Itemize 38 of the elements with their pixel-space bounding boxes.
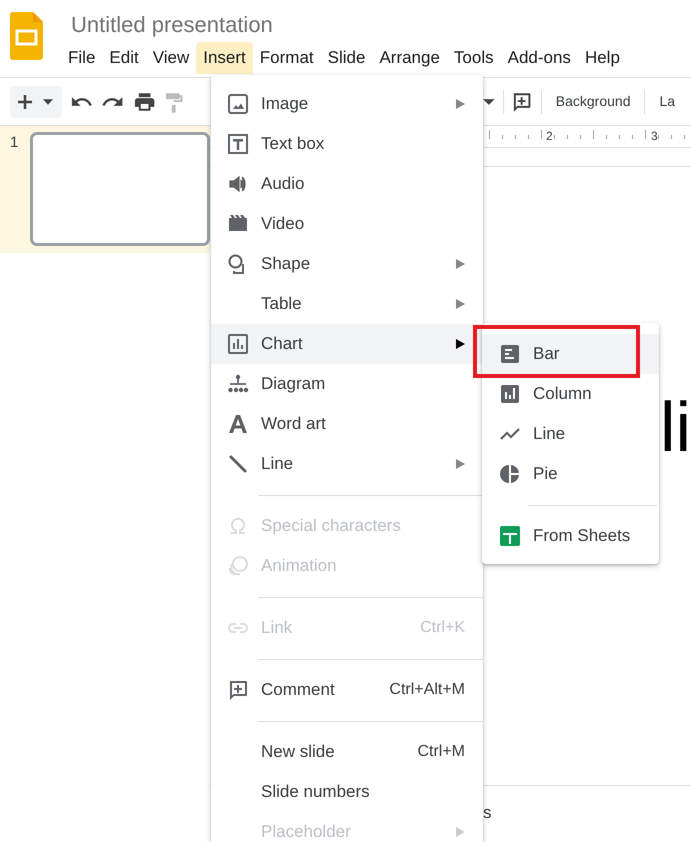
menu-item[interactable]: Column — [482, 374, 659, 414]
menu-item[interactable]: Line — [482, 414, 659, 454]
menu-item[interactable]: New slide Ctrl+M — [211, 732, 483, 772]
menu-item[interactable]: Word art — [211, 404, 483, 444]
menu-item[interactable]: Comment Ctrl+Alt+M — [211, 670, 483, 710]
slide-thumbnail-row[interactable]: 1 — [0, 126, 210, 253]
slide-title-text[interactable]: li — [660, 392, 691, 462]
menu-item[interactable]: Tools — [446, 42, 501, 74]
menu-item[interactable]: Pie — [482, 454, 659, 494]
menu-item[interactable]: Slide numbers — [211, 772, 483, 812]
menu-item[interactable]: View — [146, 42, 196, 74]
menu-item[interactable]: Edit — [102, 42, 146, 74]
document-title[interactable]: Untitled presentation — [71, 12, 627, 38]
menu-item[interactable]: Table — [211, 284, 483, 324]
menu-item[interactable]: File — [61, 42, 102, 74]
menu-item[interactable]: Help — [578, 42, 627, 74]
menu-item[interactable]: Format — [252, 42, 321, 74]
menu-item[interactable]: Add-ons — [500, 42, 578, 74]
menu-item[interactable]: Image — [211, 84, 483, 124]
menu-item[interactable]: Audio — [211, 164, 483, 204]
menu-item[interactable]: From Sheets — [482, 516, 659, 556]
shortcut-text: Ctrl+M — [417, 742, 465, 762]
menu-item[interactable]: Video — [211, 204, 483, 244]
shortcut-text: Ctrl+Alt+M — [389, 680, 465, 700]
menu-item[interactable]: Diagram — [211, 364, 483, 404]
menu-item[interactable]: Chart — [211, 324, 483, 364]
menu-item[interactable]: Arrange — [372, 42, 447, 74]
menu-item[interactable]: Shape — [211, 244, 483, 284]
slide-number: 1 — [10, 133, 18, 153]
toolbar-button[interactable]: Background — [550, 87, 636, 116]
speaker-notes-text[interactable]: s — [483, 803, 492, 822]
toolbar-button[interactable]: La — [653, 87, 682, 116]
menu-item[interactable]: Line — [211, 444, 483, 484]
menu-item[interactable]: Insert — [196, 42, 253, 74]
menu-item[interactable]: Slide — [320, 42, 372, 74]
menu-item[interactable]: Bar — [482, 334, 659, 374]
shortcut-text: Ctrl+K — [420, 618, 465, 638]
menu-item[interactable]: Text box — [211, 124, 483, 164]
